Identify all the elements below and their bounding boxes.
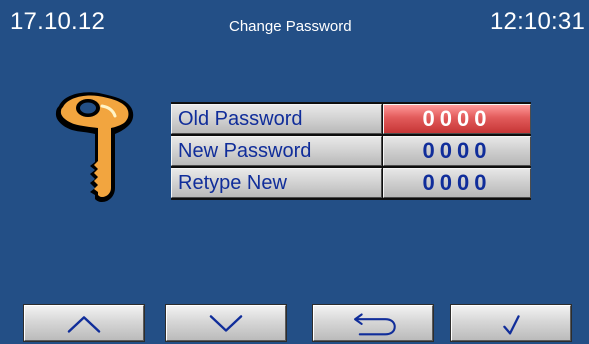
old-password-row[interactable]: Old Password 0000	[171, 104, 531, 134]
checkmark-icon	[503, 315, 520, 335]
retype-new-field[interactable]: 0000	[383, 168, 531, 198]
new-password-label: New Password	[171, 136, 382, 166]
time-display: 12:10:31	[489, 8, 585, 35]
new-password-field[interactable]: 0000	[383, 136, 531, 166]
new-password-row[interactable]: New Password 0000	[171, 136, 531, 166]
up-button[interactable]	[24, 305, 144, 341]
old-password-label: Old Password	[171, 104, 382, 134]
key-icon	[45, 88, 140, 206]
screen-title: Change Password	[229, 18, 352, 35]
chevron-down-icon	[209, 315, 243, 332]
retype-new-row[interactable]: Retype New 0000	[171, 168, 531, 198]
confirm-button[interactable]	[451, 305, 571, 341]
date-display: 17.10.12	[10, 8, 106, 35]
chevron-up-icon	[67, 316, 101, 333]
password-form: Old Password 0000 New Password 0000 Rety…	[171, 102, 531, 200]
return-arrow-icon	[354, 313, 396, 336]
down-button[interactable]	[166, 305, 286, 341]
old-password-field[interactable]: 0000	[383, 104, 531, 134]
return-button[interactable]	[313, 305, 433, 341]
retype-new-label: Retype New	[171, 168, 382, 198]
change-password-screen: 17.10.12 Change Password 12:10:31 Old Pa…	[0, 0, 589, 344]
